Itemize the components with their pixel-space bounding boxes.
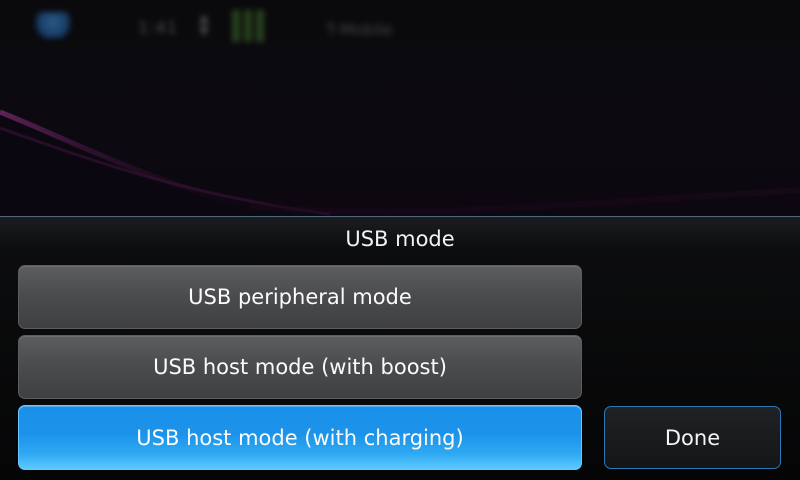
status-bar: 1:41 ▲ ▼ T-Mobile — [0, 0, 800, 56]
updown-arrows-icon: ▲ ▼ — [199, 11, 209, 39]
option-label: USB host mode (with boost) — [153, 355, 447, 379]
usb-host-mode-boost-button[interactable]: USB host mode (with boost) — [18, 335, 582, 399]
usb-host-mode-charging-button[interactable]: USB host mode (with charging) — [18, 405, 582, 470]
done-label: Done — [664, 425, 721, 450]
status-time: 1:41 — [138, 18, 178, 37]
network-icon — [36, 12, 70, 38]
home-background: 1:41 ▲ ▼ T-Mobile — [0, 0, 800, 216]
dialog-title: USB mode — [345, 227, 455, 251]
usb-peripheral-mode-button[interactable]: USB peripheral mode — [18, 265, 582, 329]
battery-icon — [232, 10, 272, 42]
screen: 1:41 ▲ ▼ T-Mobile USB mode USB peripheral… — [0, 0, 800, 480]
operator-name: T-Mobile — [326, 20, 393, 39]
option-label: USB host mode (with charging) — [136, 425, 464, 450]
done-button[interactable]: Done — [604, 406, 781, 469]
usb-mode-dialog: USB mode USB peripheral mode USB host mo… — [0, 216, 800, 480]
option-label: USB peripheral mode — [188, 285, 412, 309]
